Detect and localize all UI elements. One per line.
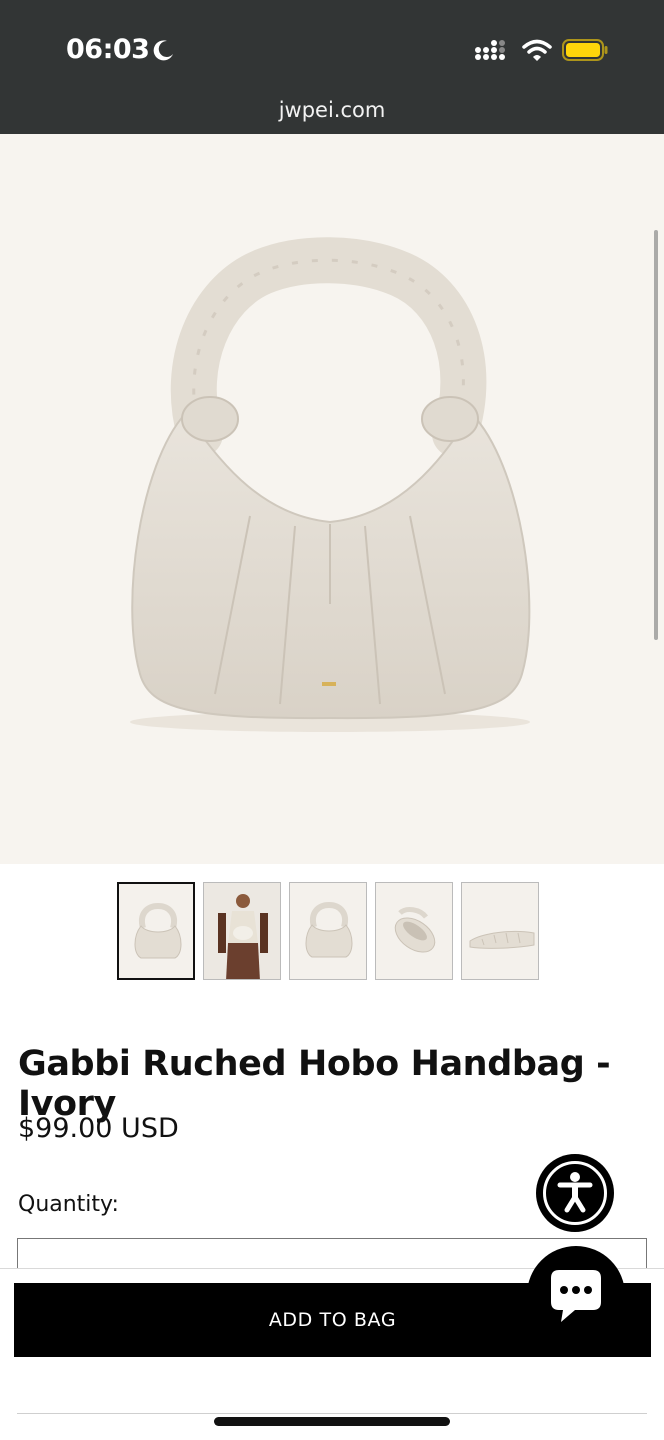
- bag-flat-icon: [469, 930, 535, 949]
- status-bar: 06:03 jwpei.com: [0, 0, 664, 134]
- accessibility-icon: [557, 1172, 593, 1213]
- bag-front-icon: [305, 901, 353, 958]
- product-title: Gabbi Ruched Hobo Handbag - Ivory: [18, 1044, 611, 1124]
- clock: 06:03: [66, 34, 150, 65]
- moon-icon: [153, 40, 173, 61]
- bag-front-icon: [134, 902, 182, 959]
- thumbnail-1[interactable]: [117, 882, 195, 980]
- chat-icon: [551, 1270, 601, 1322]
- thumbnail-3[interactable]: [289, 882, 367, 980]
- image-scrollbar[interactable]: [654, 230, 658, 640]
- handbag-image: [130, 237, 531, 732]
- wifi-icon: [522, 39, 552, 61]
- bottom-divider: [17, 1413, 647, 1414]
- thumbnail-4[interactable]: [375, 882, 453, 980]
- product-image[interactable]: [0, 134, 664, 864]
- model-icon: [204, 883, 280, 979]
- thumbnail-strip: [117, 882, 539, 982]
- thumbnail-5[interactable]: [461, 882, 539, 980]
- thumbnail-2[interactable]: [203, 882, 281, 980]
- quantity-label: Quantity:: [18, 1192, 119, 1217]
- product-price: $99.00 USD: [18, 1113, 179, 1144]
- accessibility-button[interactable]: [536, 1154, 614, 1232]
- cellular-signal-icon: [475, 40, 505, 60]
- bag-angle-icon: [394, 907, 436, 953]
- home-indicator[interactable]: [214, 1417, 450, 1426]
- battery-icon: [562, 39, 608, 61]
- chat-button[interactable]: [527, 1246, 625, 1344]
- url-bar[interactable]: jwpei.com: [0, 98, 664, 122]
